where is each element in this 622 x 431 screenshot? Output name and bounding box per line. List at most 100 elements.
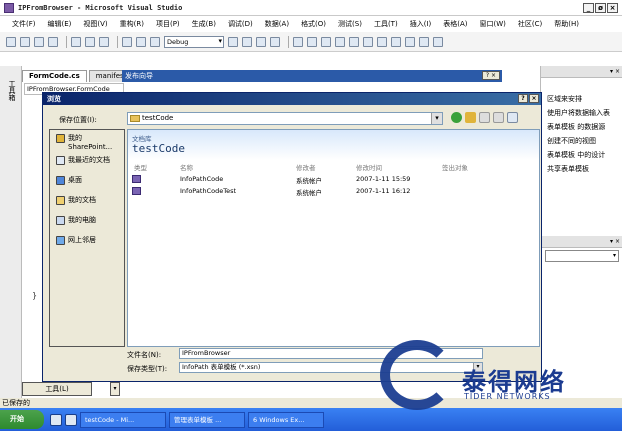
cut-icon[interactable]	[71, 36, 81, 47]
place-sharepoint[interactable]: 我的 SharePoint...	[56, 134, 122, 152]
menu-file[interactable]: 文件(F)	[12, 19, 36, 29]
format-icon[interactable]	[293, 36, 303, 47]
chevron-down-icon[interactable]: ▾	[431, 113, 442, 124]
solution-explorer-icon[interactable]	[242, 36, 252, 47]
tab-formcode[interactable]: FormCode.cs	[22, 70, 87, 82]
desktop-quicklaunch-icon[interactable]	[65, 413, 77, 426]
menu-test[interactable]: 测试(S)	[338, 19, 362, 29]
my-documents-icon	[56, 196, 65, 205]
format-icon[interactable]	[433, 36, 443, 47]
place-desktop[interactable]: 桌面	[56, 176, 122, 185]
dialog-close-button[interactable]: ×	[529, 94, 539, 103]
close-button[interactable]: ×	[607, 3, 618, 13]
restore-button[interactable]: ø	[595, 3, 606, 13]
tools-button[interactable]: 工具(L)	[22, 382, 92, 396]
toolbox-side-tab[interactable]: 工具箱	[3, 80, 17, 101]
task-pane-row: 表单模板 中的设计	[547, 151, 606, 159]
column-modified-by[interactable]: 修改者	[296, 162, 316, 172]
taskbar-item[interactable]: testCode - Mi...	[80, 411, 166, 428]
file-modified: 2007-1-11 15:59	[356, 175, 411, 183]
menu-window[interactable]: 窗口(W)	[480, 19, 506, 29]
menu-project[interactable]: 项目(P)	[156, 19, 180, 29]
save-all-icon[interactable]	[48, 36, 58, 47]
toolbox-gutter[interactable]: 工具箱	[0, 66, 22, 406]
menu-debug[interactable]: 调试(D)	[228, 19, 253, 29]
format-icon[interactable]	[307, 36, 317, 47]
file-modified: 2007-1-11 16:12	[356, 187, 411, 195]
start-debug-icon[interactable]	[150, 36, 160, 47]
copy-icon[interactable]	[85, 36, 95, 47]
back-icon[interactable]	[451, 112, 462, 123]
start-button[interactable]: 开始	[0, 410, 44, 429]
views-icon[interactable]	[507, 112, 518, 123]
format-icon[interactable]	[405, 36, 415, 47]
menu-edit[interactable]: 编辑(E)	[48, 19, 72, 29]
dialog-title: 浏览	[47, 95, 61, 103]
file-list[interactable]: 文档库 testCode 类型 名称 修改者 修改时间 签出对象 InfoPat…	[127, 129, 540, 347]
place-label: 我的电脑	[68, 216, 96, 224]
format-icon[interactable]	[349, 36, 359, 47]
undo-icon[interactable]	[122, 36, 132, 47]
format-icon[interactable]	[335, 36, 345, 47]
format-icon[interactable]	[377, 36, 387, 47]
new-project-icon[interactable]	[6, 36, 16, 47]
redo-icon[interactable]	[136, 36, 146, 47]
taskbar-item[interactable]: 6 Windows Ex...	[248, 411, 324, 428]
place-label: 桌面	[68, 176, 82, 184]
place-recent[interactable]: 我最近的文档	[56, 156, 122, 165]
menu-refactor[interactable]: 重构(R)	[120, 19, 144, 29]
column-modified[interactable]: 修改时间	[356, 162, 382, 172]
dialog-controls: ? ×	[518, 94, 539, 103]
solution-config-combo[interactable]: Debug	[164, 35, 224, 48]
menu-build[interactable]: 生成(B)	[192, 19, 216, 29]
my-computer-icon	[56, 216, 65, 225]
wizard-close-button[interactable]: ×	[491, 72, 496, 79]
save-location-combo[interactable]: testCode ▾	[127, 112, 443, 125]
properties-combo[interactable]: ▾	[545, 250, 619, 262]
open-file-icon[interactable]	[20, 36, 30, 47]
column-name[interactable]: 名称	[180, 162, 193, 172]
dialog-help-button[interactable]: ?	[518, 94, 528, 103]
place-network[interactable]: 网上邻居	[56, 236, 122, 245]
place-label: 我的 SharePoint...	[68, 134, 113, 151]
file-row[interactable]: InfoPathCodeTest 系统帐户 2007-1-11 16:12	[128, 186, 539, 197]
library-banner: 文档库 testCode	[128, 130, 539, 160]
properties-icon[interactable]	[256, 36, 266, 47]
menu-data[interactable]: 数据(A)	[265, 19, 289, 29]
toolbox-icon[interactable]	[270, 36, 280, 47]
format-icon[interactable]	[363, 36, 373, 47]
menu-view[interactable]: 视图(V)	[83, 19, 107, 29]
task-pane-header[interactable]: ▾ ×	[541, 66, 622, 78]
task-pane-row: 创建不同的视图	[547, 137, 596, 145]
menu-format[interactable]: 格式(O)	[301, 19, 326, 29]
place-my-computer[interactable]: 我的电脑	[56, 216, 122, 225]
menu-tools[interactable]: 工具(T)	[374, 19, 398, 29]
format-icon[interactable]	[391, 36, 401, 47]
file-modified-by: 系统帐户	[296, 177, 322, 185]
place-my-documents[interactable]: 我的文档	[56, 196, 122, 205]
properties-pane-header[interactable]: ▾ ×	[541, 236, 622, 248]
task-pane-row: 共享表单模板	[547, 165, 589, 173]
menu-community[interactable]: 社区(C)	[518, 19, 542, 29]
save-icon[interactable]	[34, 36, 44, 47]
task-pane-row: 区域来安排	[547, 95, 582, 103]
menu-help[interactable]: 帮助(H)	[554, 19, 579, 29]
dialog-titlebar: 浏览 ? ×	[43, 93, 541, 105]
delete-icon[interactable]	[479, 112, 490, 123]
minimize-button[interactable]: _	[583, 3, 594, 13]
tools-dropdown-button[interactable]: ▾	[110, 382, 120, 396]
find-icon[interactable]	[228, 36, 238, 47]
ie-quicklaunch-icon[interactable]	[50, 413, 62, 426]
format-icon[interactable]	[321, 36, 331, 47]
column-type[interactable]: 类型	[134, 162, 147, 172]
file-row[interactable]: InfoPathCode 系统帐户 2007-1-11 15:59	[128, 174, 539, 185]
taskbar-item[interactable]: 管理表单模板 ...	[169, 411, 245, 428]
new-folder-icon[interactable]	[493, 112, 504, 123]
paste-icon[interactable]	[99, 36, 109, 47]
format-icon[interactable]	[419, 36, 429, 47]
up-folder-icon[interactable]	[465, 112, 476, 123]
wizard-help-button[interactable]: ?	[486, 72, 489, 79]
column-checked-out[interactable]: 签出对象	[442, 162, 468, 172]
menu-table[interactable]: 表格(A)	[443, 19, 467, 29]
menu-insert[interactable]: 插入(I)	[410, 19, 432, 29]
